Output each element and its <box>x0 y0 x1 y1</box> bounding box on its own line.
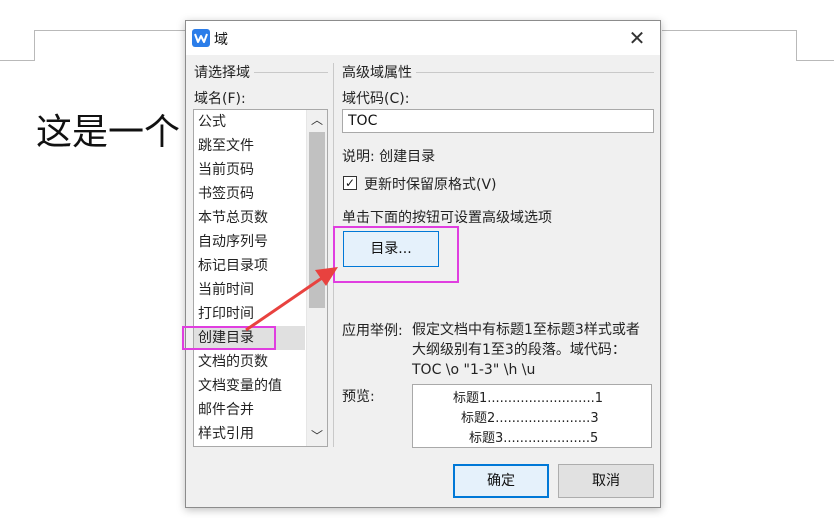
cancel-button[interactable]: 取消 <box>558 464 654 498</box>
close-icon: ✕ <box>628 26 646 50</box>
advanced-options-hint: 单击下面的按钮可设置高级域选项 <box>342 210 552 226</box>
preview-line-3: 标题3.....................5 <box>469 431 599 446</box>
ok-button[interactable]: 确定 <box>453 464 549 498</box>
scroll-down-button[interactable]: ﹀ <box>307 426 327 446</box>
list-item[interactable]: 本节总页数 <box>198 206 268 230</box>
example-text: 假定文档中有标题1至标题3样式或者大纲级别有1至3的段落。域代码：TOC \o … <box>412 322 640 378</box>
list-item[interactable]: 自动序列号 <box>198 230 268 254</box>
document-body-text: 这是一个 <box>36 112 181 153</box>
page-corner-top-left <box>0 30 35 61</box>
page-top-line-right <box>662 30 796 31</box>
preserve-format-label[interactable]: 更新时保留原格式(V) <box>364 174 497 194</box>
preview-line-2: 标题2.......................3 <box>461 411 599 426</box>
list-item[interactable]: 邮件合并 <box>198 398 254 422</box>
list-item[interactable]: 打印时间 <box>198 302 254 326</box>
wps-writer-icon <box>192 29 210 47</box>
field-list[interactable]: 公式 跳至文件 当前页码 书签页码 本节总页数 自动序列号 标记目录项 当前时间 打印时间 创建目… <box>193 109 328 447</box>
list-item[interactable]: 样式引用 <box>198 422 254 446</box>
page-top-line <box>34 30 186 31</box>
field-code-input[interactable] <box>342 109 654 133</box>
checkmark-icon: ✓ <box>344 176 356 190</box>
chevron-up-icon: ︿ <box>310 113 323 127</box>
preview-line-1: 标题1..........................1 <box>453 391 603 406</box>
page-corner-top-right <box>796 30 834 61</box>
close-button[interactable]: ✕ <box>624 25 650 51</box>
preserve-format-checkbox[interactable]: ✓ <box>343 176 357 190</box>
highlight-toc-button <box>333 226 459 283</box>
preview-box: 标题1..........................1 标题2......… <box>412 384 652 448</box>
list-item[interactable]: 跳至文件 <box>198 134 254 158</box>
list-item[interactable]: 文档的页数 <box>198 350 268 374</box>
scroll-up-button[interactable]: ︿ <box>307 110 327 130</box>
scroll-thumb[interactable] <box>309 132 325 308</box>
dialog-title: 域 <box>214 32 228 48</box>
list-item[interactable]: 书签页码 <box>198 182 254 206</box>
list-scrollbar[interactable]: ︿ ﹀ <box>306 110 327 446</box>
list-item[interactable]: 公式 <box>198 110 226 134</box>
example-label: 应用举例: <box>342 323 403 339</box>
left-group-title: 请选择域 <box>194 62 254 82</box>
preview-label: 预览: <box>342 389 375 405</box>
field-name-label: 域名(F): <box>194 91 246 107</box>
highlight-selected-item <box>182 326 276 350</box>
list-item[interactable]: 当前时间 <box>198 278 254 302</box>
list-item[interactable]: 当前页码 <box>198 158 254 182</box>
field-description: 说明: 创建目录 <box>342 149 436 165</box>
list-item[interactable]: 文档变量的值 <box>198 374 282 398</box>
dialog-titlebar[interactable]: 域 ✕ <box>186 21 660 55</box>
field-code-label: 域代码(C): <box>342 91 410 107</box>
right-group-title: 高级域属性 <box>342 62 416 82</box>
chevron-down-icon: ﹀ <box>310 429 323 443</box>
list-item[interactable]: 标记目录项 <box>198 254 268 278</box>
